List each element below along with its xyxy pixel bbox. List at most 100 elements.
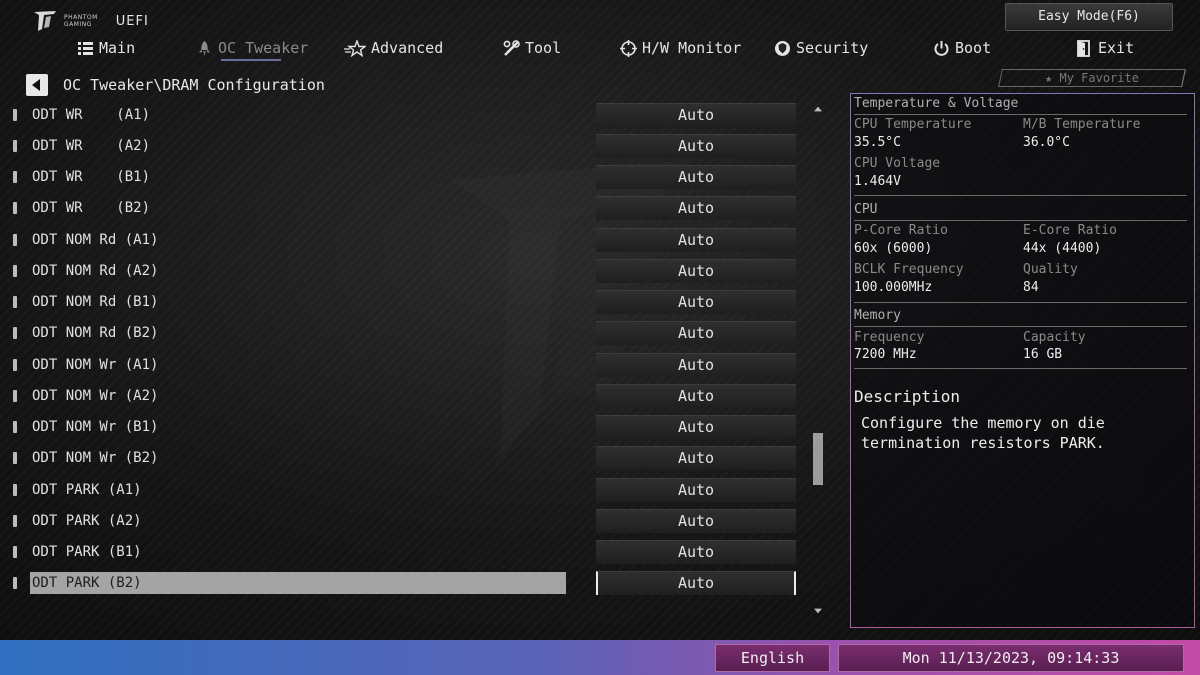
tab-hw-monitor[interactable]: H/W Monitor: [620, 34, 741, 62]
row-marker: [13, 390, 17, 402]
my-favorite-button[interactable]: ★ My Favorite: [998, 69, 1186, 87]
setting-row[interactable]: ODT WR (B1) Auto: [0, 163, 830, 191]
memory-capacity-label: Capacity: [1023, 330, 1086, 345]
breadcrumb: OC Tweaker\DRAM Configuration: [26, 73, 325, 97]
setting-label: ODT PARK (B1): [32, 544, 142, 560]
setting-row[interactable]: ODT NOM Wr (A2) Auto: [0, 382, 830, 410]
shield-icon: [775, 40, 790, 56]
setting-row[interactable]: ODT NOM Wr (B1) Auto: [0, 413, 830, 441]
tab-tool-label: Tool: [525, 39, 562, 57]
brand-logo: PHANTOM GAMING UEFI: [32, 10, 149, 32]
list-icon: [78, 41, 93, 55]
setting-value[interactable]: Auto: [596, 446, 796, 470]
easy-mode-button[interactable]: Easy Mode(F6): [1005, 3, 1173, 31]
setting-value[interactable]: Auto: [596, 478, 796, 502]
exit-icon: [1077, 39, 1090, 57]
row-marker: [13, 296, 17, 308]
rocket-icon: [199, 40, 210, 56]
setting-row[interactable]: ODT NOM Rd (A1) Auto: [0, 226, 830, 254]
setting-row[interactable]: ODT PARK (A1) Auto: [0, 476, 830, 504]
row-marker: [13, 109, 17, 121]
setting-value[interactable]: Auto: [596, 196, 796, 220]
section-divider: [854, 326, 1187, 327]
setting-label: ODT WR (B2): [32, 200, 151, 216]
quality-value: 84: [1023, 280, 1039, 295]
row-marker: [13, 515, 17, 527]
p-core-ratio-label: P-Core Ratio: [854, 223, 948, 238]
setting-row[interactable]: ODT NOM Rd (B2) Auto: [0, 319, 830, 347]
scroll-thumb[interactable]: [813, 433, 823, 485]
tab-exit[interactable]: Exit: [1076, 34, 1134, 62]
row-marker: [13, 484, 17, 496]
setting-row[interactable]: ODT NOM Wr (A1) Auto: [0, 351, 830, 379]
setting-row[interactable]: ODT PARK (A2) Auto: [0, 507, 830, 535]
setting-value[interactable]: Auto: [596, 353, 796, 377]
setting-label: ODT NOM Rd (A2): [32, 263, 159, 279]
setting-value[interactable]: Auto: [596, 290, 796, 314]
setting-value[interactable]: Auto: [596, 134, 796, 158]
e-core-ratio-value: 44x (4400): [1023, 241, 1102, 256]
brand-line-1: PHANTOM: [64, 14, 98, 21]
setting-value[interactable]: Auto: [596, 384, 796, 408]
date-time-display: Mon 11/13/2023, 09:14:33: [838, 644, 1184, 672]
setting-row[interactable]: ODT PARK (B1) Auto: [0, 538, 830, 566]
breadcrumb-path: OC Tweaker\DRAM Configuration: [63, 76, 325, 94]
cpu-voltage-value: 1.464V: [854, 174, 901, 189]
memory-section-title: Memory: [854, 308, 901, 323]
p-core-ratio-value: 60x (6000): [854, 241, 933, 256]
tab-main[interactable]: Main: [77, 34, 135, 62]
tab-oc-tweaker-label: OC Tweaker: [218, 39, 309, 57]
setting-value[interactable]: Auto: [596, 165, 796, 189]
row-marker: [13, 327, 17, 339]
setting-label: ODT NOM Rd (B1): [32, 294, 159, 310]
tab-security[interactable]: Security: [774, 34, 868, 62]
tab-tool[interactable]: Tool: [503, 34, 561, 62]
status-bar: English Mon 11/13/2023, 09:14:33: [0, 640, 1200, 675]
row-marker: [13, 421, 17, 433]
language-button[interactable]: English: [715, 644, 830, 672]
tab-security-label: Security: [796, 39, 869, 57]
row-marker: [13, 577, 17, 589]
tools-icon: [503, 39, 520, 56]
tab-advanced-label: Advanced: [371, 39, 444, 57]
setting-row-selected[interactable]: ODT PARK (B2) Auto: [0, 569, 830, 597]
brand-line-2: GAMING: [64, 21, 92, 28]
setting-row[interactable]: ODT WR (A2) Auto: [0, 132, 830, 160]
description-title: Description: [854, 387, 960, 406]
tab-boot-label: Boot: [955, 39, 992, 57]
row-marker: [13, 171, 17, 183]
setting-row[interactable]: ODT WR (B2) Auto: [0, 194, 830, 222]
row-marker: [13, 359, 17, 371]
setting-label: ODT NOM Wr (A1): [32, 357, 159, 373]
back-button[interactable]: [26, 74, 48, 96]
setting-value[interactable]: Auto: [596, 228, 796, 252]
setting-value[interactable]: Auto: [596, 259, 796, 283]
tab-boot[interactable]: Boot: [933, 34, 991, 62]
tab-exit-label: Exit: [1098, 39, 1135, 57]
setting-value[interactable]: Auto: [596, 540, 796, 564]
quality-label: Quality: [1023, 262, 1078, 277]
phantom-gaming-logo-icon: [34, 11, 56, 31]
tab-advanced[interactable]: Advanced: [344, 34, 443, 62]
memory-frequency-value: 7200 MHz: [854, 347, 917, 362]
setting-row[interactable]: ODT NOM Wr (B2) Auto: [0, 444, 830, 472]
tab-oc-tweaker[interactable]: OC Tweaker: [196, 34, 308, 62]
settings-scrollbar[interactable]: [812, 105, 824, 615]
setting-value[interactable]: Auto: [596, 103, 796, 127]
scroll-down-arrow-icon[interactable]: [814, 608, 822, 614]
setting-row[interactable]: ODT NOM Rd (B1) Auto: [0, 288, 830, 316]
setting-row[interactable]: ODT NOM Rd (A2) Auto: [0, 257, 830, 285]
setting-value[interactable]: Auto: [596, 415, 796, 439]
setting-label: ODT WR (A2): [32, 138, 151, 154]
setting-row[interactable]: ODT WR (A1) Auto: [0, 101, 830, 129]
row-marker: [13, 546, 17, 558]
section-divider: [854, 114, 1187, 115]
cpu-section-title: CPU: [854, 202, 878, 217]
setting-value[interactable]: Auto: [596, 509, 796, 533]
row-marker: [13, 140, 17, 152]
setting-label: ODT WR (A1): [32, 107, 151, 123]
setting-value[interactable]: Auto: [596, 571, 796, 595]
scroll-up-arrow-icon[interactable]: [814, 106, 822, 112]
setting-label: ODT WR (B1): [32, 169, 151, 185]
setting-value[interactable]: Auto: [596, 321, 796, 345]
